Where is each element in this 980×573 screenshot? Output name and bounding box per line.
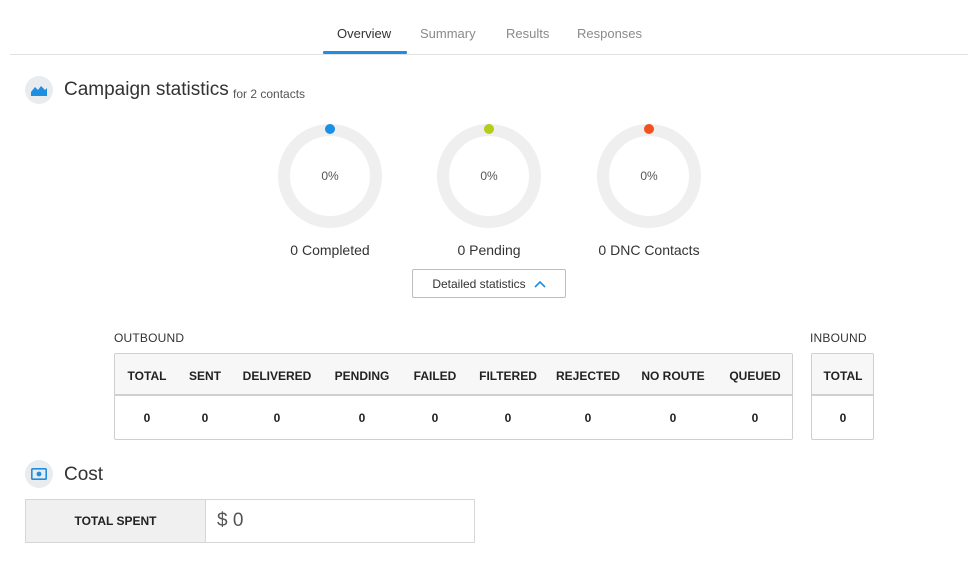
money-icon (25, 460, 53, 488)
pending-label: 0 Pending (457, 242, 521, 258)
outbound-total-value: 0 (143, 411, 151, 425)
inbound-total-value: 0 (839, 411, 847, 425)
outbound-rejected-value: 0 (584, 411, 592, 425)
dnc-percent: 0% (640, 169, 658, 183)
campaign-statistics-subtitle: for 2 contacts (233, 87, 306, 101)
outbound-sent-value: 0 (201, 411, 209, 425)
outbound-pending-value: 0 (358, 411, 366, 425)
detailed-statistics-label: Detailed statistics (432, 276, 526, 291)
outbound-header-rejected: REJECTED (555, 369, 621, 383)
dnc-marker (644, 124, 654, 134)
outbound-header-row: TOTAL SENT DELIVERED PENDING FAILED FILT… (115, 354, 792, 396)
inbound-table: TOTAL 0 (811, 353, 874, 440)
tab-bar: Overview Summary Results Responses (10, 0, 968, 55)
outbound-no-route-value: 0 (669, 411, 677, 425)
outbound-header-queued: QUEUED (729, 369, 781, 383)
outbound-value-row: 0 0 0 0 0 0 0 0 0 (115, 396, 792, 439)
pending-marker (484, 124, 494, 134)
completed-donut: 0% (278, 124, 382, 228)
area-chart-icon (25, 76, 53, 104)
outbound-header-no-route: NO ROUTE (641, 369, 705, 383)
detailed-statistics-button[interactable]: Detailed statistics (412, 269, 566, 298)
total-spent-value: $ 0 (205, 499, 475, 543)
outbound-filtered-value: 0 (504, 411, 512, 425)
completed-label: 0 Completed (290, 242, 370, 258)
pending-percent: 0% (480, 169, 498, 183)
inbound-header-total: TOTAL (823, 369, 863, 383)
outbound-header-delivered: DELIVERED (242, 369, 312, 383)
cost-title: Cost (64, 464, 104, 485)
tab-responses[interactable]: Responses (577, 26, 642, 41)
inbound-header-row: TOTAL (812, 354, 873, 396)
active-tab-indicator (323, 51, 407, 54)
inbound-label: INBOUND (810, 331, 867, 345)
campaign-statistics-title: Campaign statistics (64, 79, 229, 100)
outbound-header-filtered: FILTERED (479, 369, 537, 383)
dnc-label: 0 DNC Contacts (598, 242, 700, 258)
tab-summary[interactable]: Summary (420, 26, 476, 41)
outbound-delivered-value: 0 (273, 411, 281, 425)
chevron-up-icon (534, 277, 546, 291)
outbound-failed-value: 0 (431, 411, 439, 425)
completed-marker (325, 124, 335, 134)
outbound-header-pending: PENDING (334, 369, 390, 383)
dnc-donut: 0% (597, 124, 701, 228)
tab-overview[interactable]: Overview (337, 26, 391, 41)
inbound-value-row: 0 (812, 396, 873, 439)
outbound-header-sent: SENT (188, 369, 222, 383)
total-spent-label: TOTAL SPENT (25, 499, 205, 543)
completed-percent: 0% (321, 169, 339, 183)
outbound-queued-value: 0 (751, 411, 759, 425)
tab-results[interactable]: Results (506, 26, 549, 41)
pending-donut: 0% (437, 124, 541, 228)
outbound-header-total: TOTAL (127, 369, 167, 383)
outbound-label: OUTBOUND (114, 331, 185, 345)
outbound-header-failed: FAILED (413, 369, 457, 383)
outbound-table: TOTAL SENT DELIVERED PENDING FAILED FILT… (114, 353, 793, 440)
